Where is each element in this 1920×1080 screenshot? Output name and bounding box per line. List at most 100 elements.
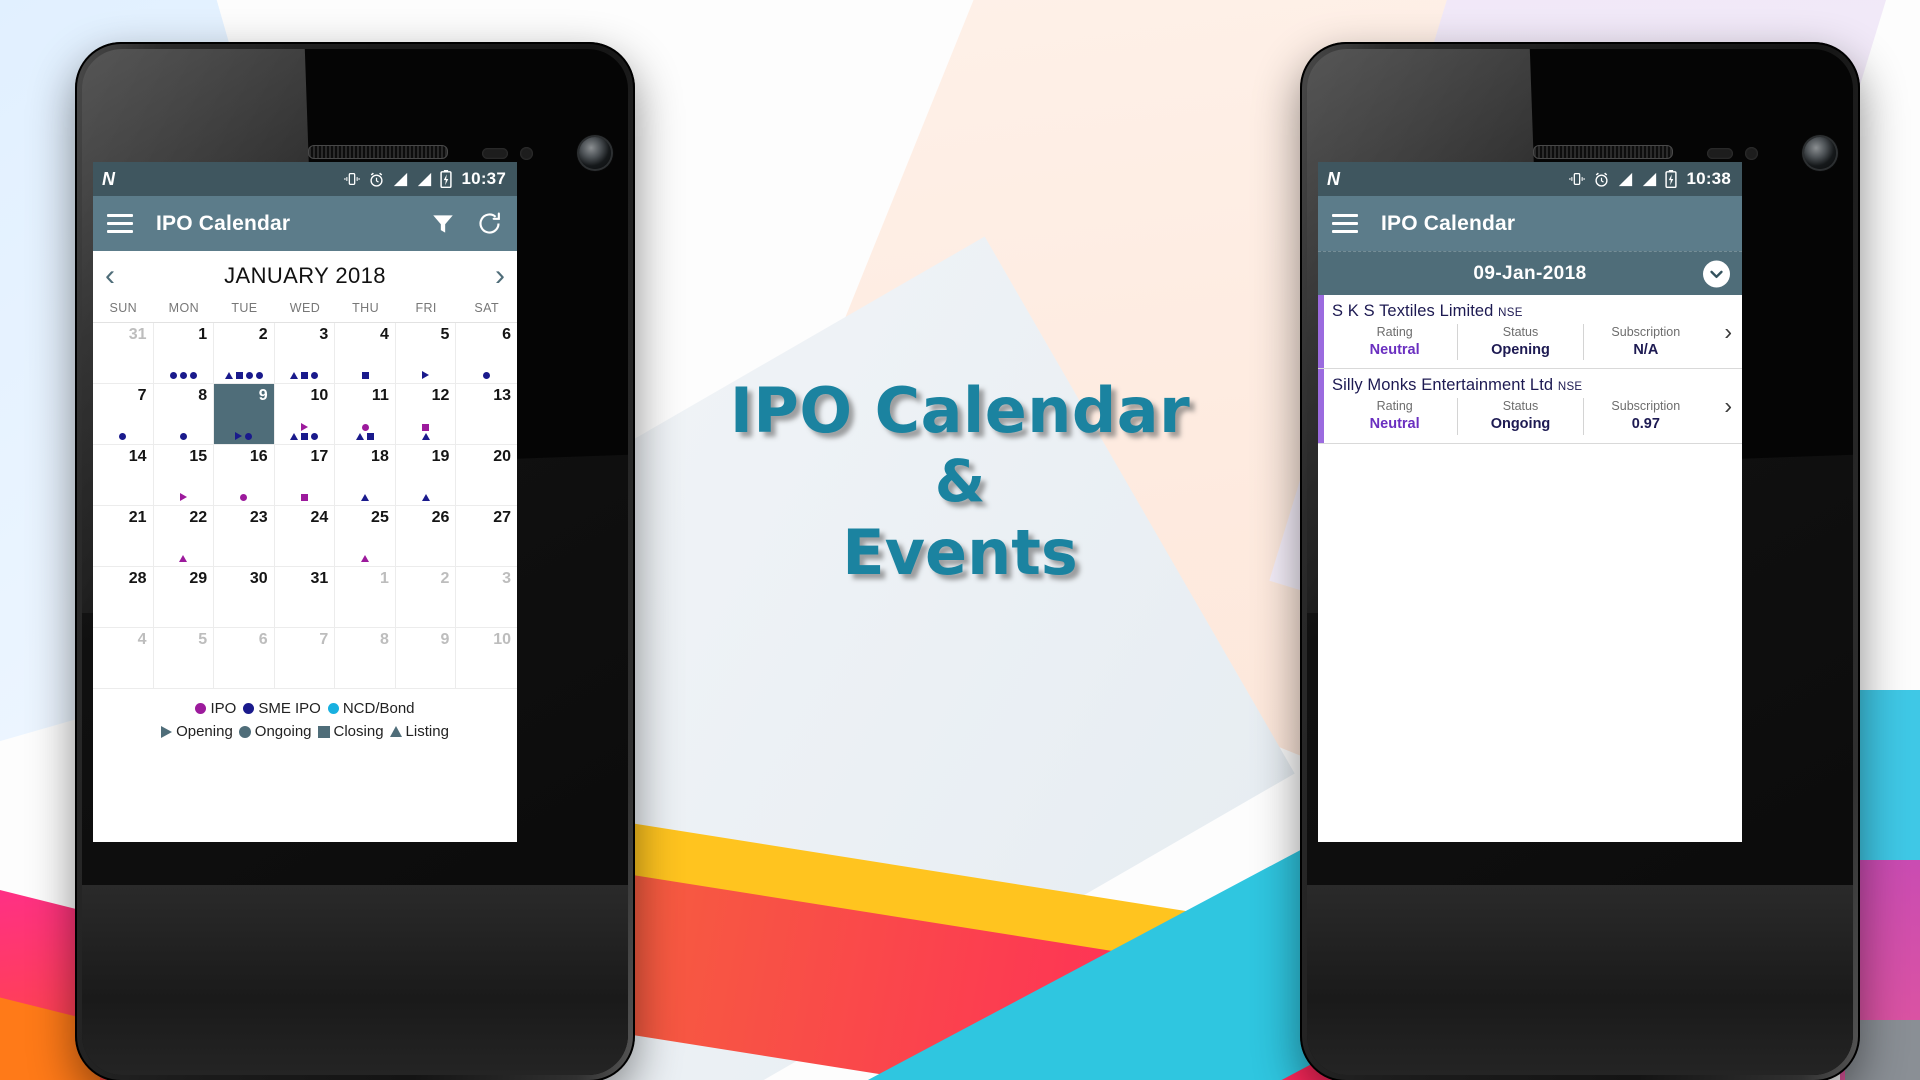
proximity-sensor <box>1707 148 1733 159</box>
day-number: 8 <box>379 631 389 648</box>
next-month-button[interactable]: › <box>495 261 505 291</box>
calendar-day-29[interactable]: 29 <box>153 567 215 628</box>
calendar-day-8[interactable]: 8 <box>335 628 396 689</box>
app-bar-actions <box>430 210 503 237</box>
status-icons: 10:37 <box>343 169 506 189</box>
legend-label: SME IPO <box>258 700 321 717</box>
column-value: Opening <box>1491 341 1550 358</box>
day-event-markers <box>335 424 395 440</box>
hero-title: IPO Calendar & Events <box>660 380 1260 586</box>
calendar-day-16[interactable]: 16 <box>214 445 275 506</box>
calendar-day-3[interactable]: 3 <box>456 567 517 628</box>
ipo-list-item[interactable]: Silly Monks Entertainment Ltd NSE Rating N… <box>1318 369 1742 444</box>
marker-row <box>300 494 308 501</box>
day-number: 2 <box>258 326 268 343</box>
selected-date-header[interactable]: 09-Jan-2018 <box>1318 251 1742 295</box>
legend-type-ncd-bond: NCD/Bond <box>327 700 415 717</box>
event-marker-circle <box>195 703 207 714</box>
calendar-day-7[interactable]: 7 <box>274 628 336 689</box>
day-number: 31 <box>310 570 329 587</box>
calendar-day-15[interactable]: 15 <box>153 445 215 506</box>
calendar-day-27[interactable]: 27 <box>456 506 517 567</box>
chevron-down-icon[interactable] <box>1703 260 1730 287</box>
calendar-day-22[interactable]: 22 <box>153 506 215 567</box>
calendar-day-17[interactable]: 17 <box>274 445 336 506</box>
prev-month-button[interactable]: ‹ <box>105 261 115 291</box>
calendar-day-3[interactable]: 3 <box>274 323 336 384</box>
calendar-day-4[interactable]: 4 <box>93 628 154 689</box>
marker-row <box>361 372 369 379</box>
hamburger-icon[interactable] <box>107 214 133 233</box>
calendar-day-9[interactable]: 9 <box>214 384 275 445</box>
calendar-day-1[interactable]: 1 <box>335 567 396 628</box>
calendar-day-28[interactable]: 28 <box>93 567 154 628</box>
calendar-day-24[interactable]: 24 <box>274 506 336 567</box>
selected-date-label: 09-Jan-2018 <box>1473 262 1587 284</box>
filter-icon[interactable] <box>430 211 456 237</box>
calendar-day-26[interactable]: 26 <box>395 506 457 567</box>
day-number: 28 <box>128 570 147 587</box>
event-marker-circle <box>240 494 248 501</box>
calendar-day-4[interactable]: 4 <box>335 323 396 384</box>
calendar-day-31[interactable]: 31 <box>274 567 336 628</box>
day-of-week-thu: THU <box>352 301 379 315</box>
refresh-icon[interactable] <box>476 210 503 237</box>
calendar-day-19[interactable]: 19 <box>395 445 457 506</box>
calendar-day-31[interactable]: 31 <box>93 323 154 384</box>
status-time: 10:37 <box>461 169 506 188</box>
calendar-day-20[interactable]: 20 <box>456 445 517 506</box>
calendar-day-11[interactable]: 11 <box>335 384 396 445</box>
marker-row <box>179 433 187 440</box>
calendar-day-6[interactable]: 6 <box>456 323 517 384</box>
ipo-list-item[interactable]: S K S Textiles Limited NSE Rating Neutral S… <box>1318 295 1742 370</box>
calendar-day-5[interactable]: 5 <box>395 323 457 384</box>
day-number: 17 <box>310 448 329 465</box>
calendar-day-6[interactable]: 6 <box>214 628 275 689</box>
calendar-day-5[interactable]: 5 <box>153 628 215 689</box>
calendar-day-21[interactable]: 21 <box>93 506 154 567</box>
calendar-day-9[interactable]: 9 <box>395 628 457 689</box>
calendar-day-2[interactable]: 2 <box>395 567 457 628</box>
marker-row <box>179 493 187 501</box>
day-event-markers <box>154 555 214 562</box>
calendar-day-2[interactable]: 2 <box>214 323 275 384</box>
month-label: JANUARY 2018 <box>224 263 386 288</box>
chevron-right-icon[interactable]: › <box>1724 393 1732 420</box>
light-sensor <box>1745 147 1758 160</box>
calendar-month-header: ‹ JANUARY 2018 › <box>93 251 517 301</box>
day-number: 5 <box>440 326 450 343</box>
row-accent-bar <box>1318 369 1324 443</box>
chevron-right-icon[interactable]: › <box>1724 318 1732 345</box>
event-marker-square <box>300 494 308 501</box>
calendar-day-14[interactable]: 14 <box>93 445 154 506</box>
day-number: 14 <box>128 448 147 465</box>
column-label: Subscription <box>1611 325 1681 339</box>
legend-label: Listing <box>405 723 449 740</box>
day-event-markers <box>214 494 274 501</box>
calendar-day-13[interactable]: 13 <box>456 384 517 445</box>
calendar-day-18[interactable]: 18 <box>335 445 396 506</box>
calendar-day-12[interactable]: 12 <box>395 384 457 445</box>
calendar-day-10[interactable]: 10 <box>456 628 517 689</box>
marker-row <box>421 494 430 501</box>
hamburger-icon[interactable] <box>1332 214 1358 233</box>
day-of-week-tue: TUE <box>231 301 258 315</box>
calendar-day-10[interactable]: 10 <box>274 384 336 445</box>
calendar-day-25[interactable]: 25 <box>335 506 396 567</box>
front-camera <box>579 137 611 169</box>
event-marker-tri <box>179 555 188 562</box>
column-subscription: Subscription N/A <box>1582 324 1708 361</box>
calendar-day-1[interactable]: 1 <box>153 323 215 384</box>
day-number: 9 <box>440 631 450 648</box>
calendar-day-8[interactable]: 8 <box>153 384 215 445</box>
vibrate-icon <box>1568 173 1585 185</box>
ipo-list: S K S Textiles Limited NSE Rating Neutral S… <box>1318 295 1742 444</box>
calendar-day-30[interactable]: 30 <box>214 567 275 628</box>
day-number: 6 <box>258 631 268 648</box>
event-marker-circle <box>179 372 187 379</box>
marker-row <box>290 372 319 379</box>
calendar-day-7[interactable]: 7 <box>93 384 154 445</box>
day-number: 6 <box>502 326 511 343</box>
hero-line-2: & <box>934 447 986 515</box>
calendar-day-23[interactable]: 23 <box>214 506 275 567</box>
